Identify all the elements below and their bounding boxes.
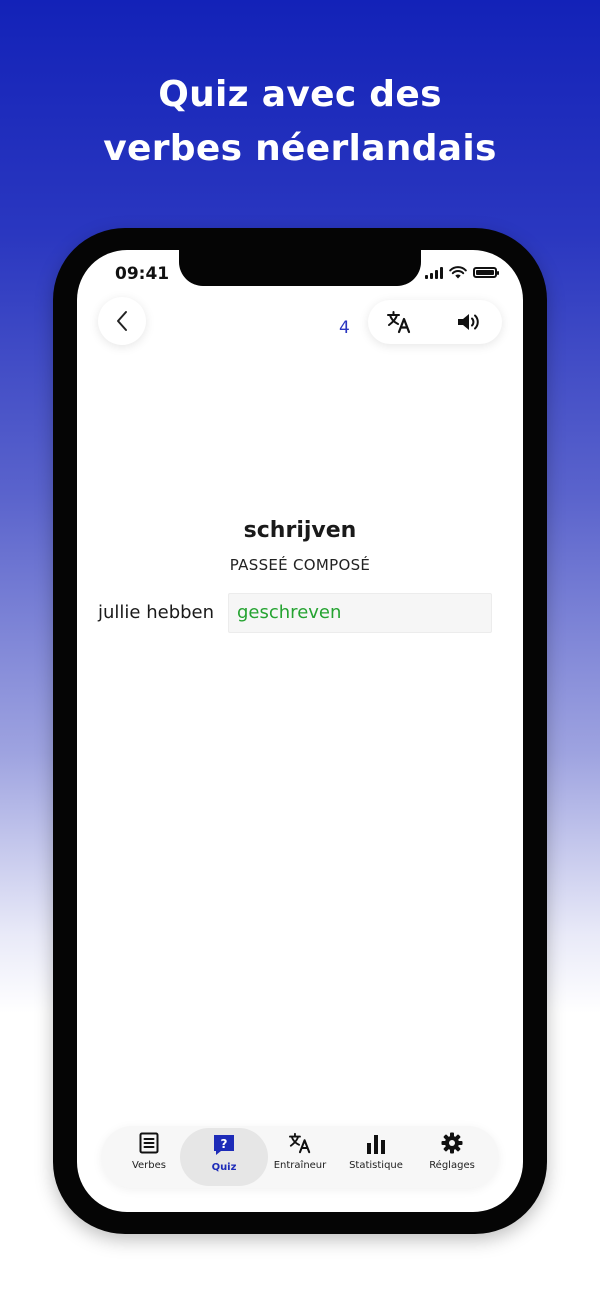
headline: Quiz avec des verbes néerlandais: [0, 68, 600, 176]
chevron-left-icon: [117, 311, 127, 331]
tab-label: Réglages: [429, 1160, 475, 1171]
headline-line-2: verbes néerlandais: [103, 128, 497, 169]
tense-label: PASSEÉ COMPOSÉ: [229, 556, 371, 574]
tab-reglages[interactable]: Réglages: [412, 1126, 492, 1188]
quiz-icon: ?: [214, 1135, 234, 1155]
list-icon: [139, 1132, 159, 1154]
verb-title: schrijven: [243, 518, 357, 543]
answer-input[interactable]: geschreven: [228, 593, 492, 633]
question-counter: 4: [339, 318, 350, 338]
status-time: 09:41: [115, 264, 170, 284]
notch: [179, 250, 421, 286]
bar-chart-icon: [367, 1135, 385, 1154]
tab-entraineur[interactable]: Entraîneur: [260, 1126, 340, 1188]
tab-verbes[interactable]: Verbes: [109, 1126, 189, 1188]
sound-button[interactable]: [454, 308, 484, 336]
back-button[interactable]: [98, 297, 146, 345]
speaker-icon: [458, 314, 479, 330]
tab-label: Entraîneur: [273, 1160, 327, 1171]
header-actions: [368, 300, 502, 344]
tab-label: Quiz: [211, 1162, 237, 1173]
gear-icon: [441, 1132, 463, 1154]
tab-label: Statistique: [349, 1160, 403, 1171]
wifi-icon: [449, 266, 467, 279]
tab-statistique[interactable]: Statistique: [336, 1126, 416, 1188]
pronoun-label: jullie hebben: [98, 602, 215, 623]
phone-frame: 09:41 4 schrijven PASSEÉ COMPOSÉ jullie …: [53, 228, 547, 1234]
status-icons: [425, 266, 499, 279]
headline-line-1: Quiz avec des: [158, 74, 442, 115]
svg-text:?: ?: [221, 1137, 228, 1151]
tab-label: Verbes: [131, 1160, 167, 1171]
translate-icon: [288, 1132, 311, 1154]
battery-icon: [473, 267, 499, 278]
tab-quiz[interactable]: ? Quiz: [180, 1128, 268, 1186]
translate-button[interactable]: [384, 308, 414, 336]
phone-screen: 09:41 4 schrijven PASSEÉ COMPOSÉ jullie …: [77, 250, 523, 1212]
translate-icon: [387, 311, 411, 334]
signal-icon: [425, 266, 443, 279]
tab-bar: Verbes ? Quiz Entraîneur Statistique Rég…: [101, 1126, 499, 1188]
